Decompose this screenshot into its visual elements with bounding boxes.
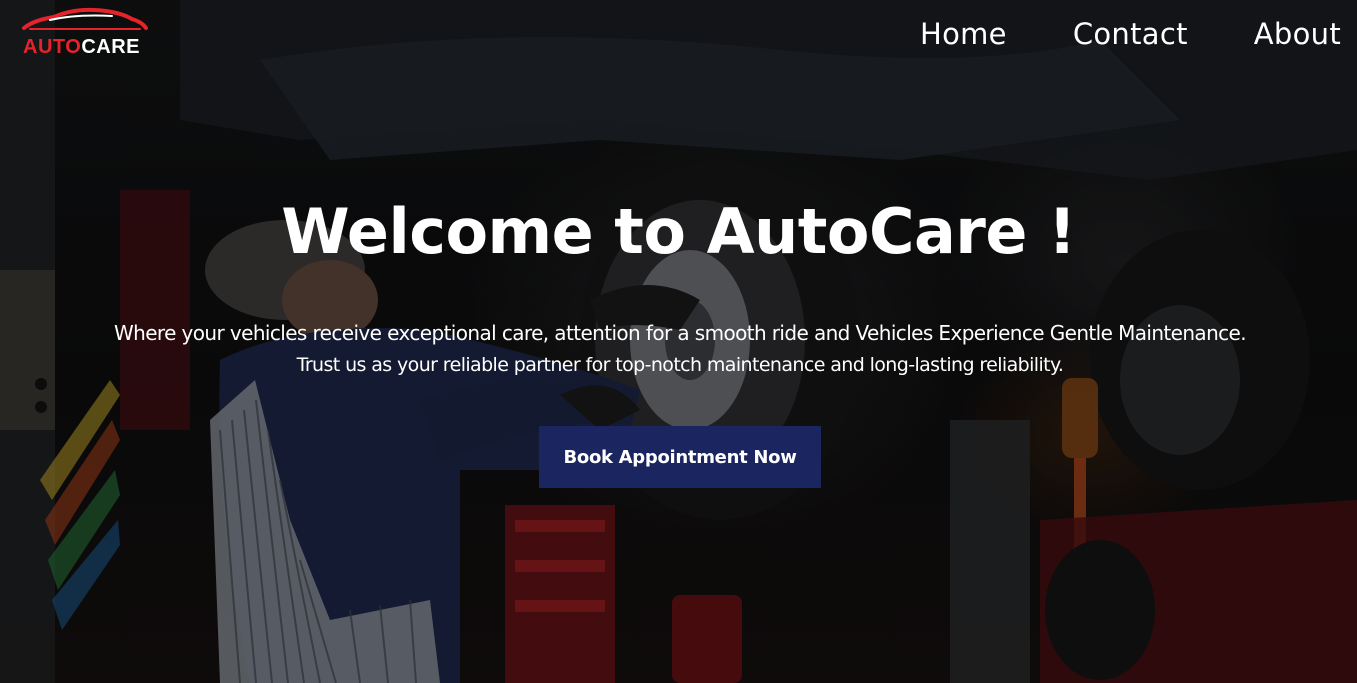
hero-section: AUTOCARE Home Contact About Welcome to A… bbox=[0, 0, 1357, 683]
nav-link-home[interactable]: Home bbox=[920, 14, 1007, 54]
logo-text: AUTOCARE bbox=[23, 36, 140, 58]
nav-link-about[interactable]: About bbox=[1254, 14, 1341, 54]
hero-subtitle-line-1: Where your vehicles receive exceptional … bbox=[113, 321, 1247, 345]
book-appointment-button[interactable]: Book Appointment Now bbox=[539, 426, 821, 488]
main-navigation: Home Contact About bbox=[854, 14, 1341, 54]
nav-link-contact[interactable]: Contact bbox=[1073, 14, 1188, 54]
car-silhouette-icon bbox=[22, 7, 148, 30]
autocare-logo[interactable]: AUTOCARE bbox=[20, 6, 148, 60]
logo-word-care: CARE bbox=[81, 36, 140, 58]
hero-subtitle-line-2: Trust us as your reliable partner for to… bbox=[296, 354, 1064, 376]
hero-headline: Welcome to AutoCare ! bbox=[281, 195, 1076, 268]
logo-word-auto: AUTO bbox=[23, 36, 82, 58]
